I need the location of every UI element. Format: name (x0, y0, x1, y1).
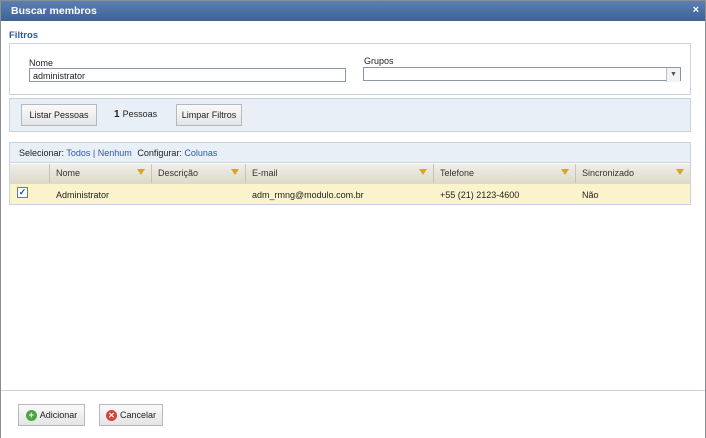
column-header-descricao[interactable]: Descrição (152, 164, 246, 183)
funnel-icon[interactable] (137, 169, 145, 175)
chevron-down-icon[interactable]: ▼ (666, 68, 680, 82)
column-header-label: Nome (56, 168, 81, 178)
funnel-icon[interactable] (419, 169, 427, 175)
column-header-email[interactable]: E-mail (246, 164, 434, 183)
select-label: Selecionar: (19, 148, 65, 158)
column-header-label: Sincronizado (582, 168, 635, 178)
funnel-icon[interactable] (676, 169, 684, 175)
title-bar[interactable]: Buscar membros × (1, 1, 705, 21)
filters-panel: Nome administrator Grupos ▼ (9, 43, 691, 95)
column-header-telefone[interactable]: Telefone (434, 164, 576, 183)
cell-email: adm_rmng@modulo.com.br (252, 190, 364, 200)
funnel-icon[interactable] (231, 169, 239, 175)
grid-toolbar: Selecionar: Todos | Nenhum Configurar: C… (10, 143, 690, 163)
people-count-number: 1 (114, 109, 120, 120)
row-checkbox[interactable]: ✓ (17, 187, 28, 198)
column-header-label: Descrição (158, 168, 199, 178)
cell-telefone: +55 (21) 2123-4600 (440, 190, 520, 200)
groups-label: Grupos (364, 56, 394, 66)
select-separator: | (92, 148, 96, 158)
dialog-footer: + Adicionar ✕ Cancelar (1, 390, 705, 438)
column-header-nome[interactable]: Nome (50, 164, 152, 183)
header-checkbox-column (10, 164, 50, 183)
people-count: 1 Pessoas (114, 109, 157, 120)
action-bar: Listar Pessoas 1 Pessoas Limpar Filtros (9, 98, 691, 132)
column-header-sincronizado[interactable]: Sincronizado (576, 164, 690, 183)
people-count-label: Pessoas (122, 109, 158, 119)
members-grid: Selecionar: Todos | Nenhum Configurar: C… (9, 142, 691, 205)
add-button-label: Adicionar (39, 410, 78, 420)
column-header-label: E-mail (252, 168, 278, 178)
add-icon: + (25, 410, 37, 422)
configure-columns-link[interactable]: Colunas (184, 148, 217, 158)
cell-nome: Administrator (56, 190, 110, 200)
cell-sincronizado: Não (582, 190, 599, 200)
cancel-icon: ✕ (105, 410, 117, 422)
dialog-title: Buscar membros (11, 5, 97, 17)
list-people-button[interactable]: Listar Pessoas (21, 104, 97, 126)
name-input[interactable]: administrator (29, 68, 346, 82)
cancel-button-label: Cancelar (119, 410, 157, 420)
configure-label: Configurar: (137, 148, 182, 158)
column-header-label: Telefone (440, 168, 475, 178)
funnel-icon[interactable] (561, 169, 569, 175)
select-none-link[interactable]: Nenhum (98, 148, 132, 158)
name-label: Nome (29, 58, 54, 68)
search-members-dialog: Buscar membros × Filtros Nome administra… (0, 0, 706, 438)
groups-select[interactable]: ▼ (363, 67, 681, 82)
select-all-link[interactable]: Todos (66, 148, 90, 158)
add-button[interactable]: + Adicionar (18, 404, 85, 426)
close-icon[interactable]: × (693, 4, 699, 16)
cancel-button[interactable]: ✕ Cancelar (99, 404, 163, 426)
filters-section-title: Filtros (9, 30, 39, 41)
clear-filters-button[interactable]: Limpar Filtros (176, 104, 242, 126)
